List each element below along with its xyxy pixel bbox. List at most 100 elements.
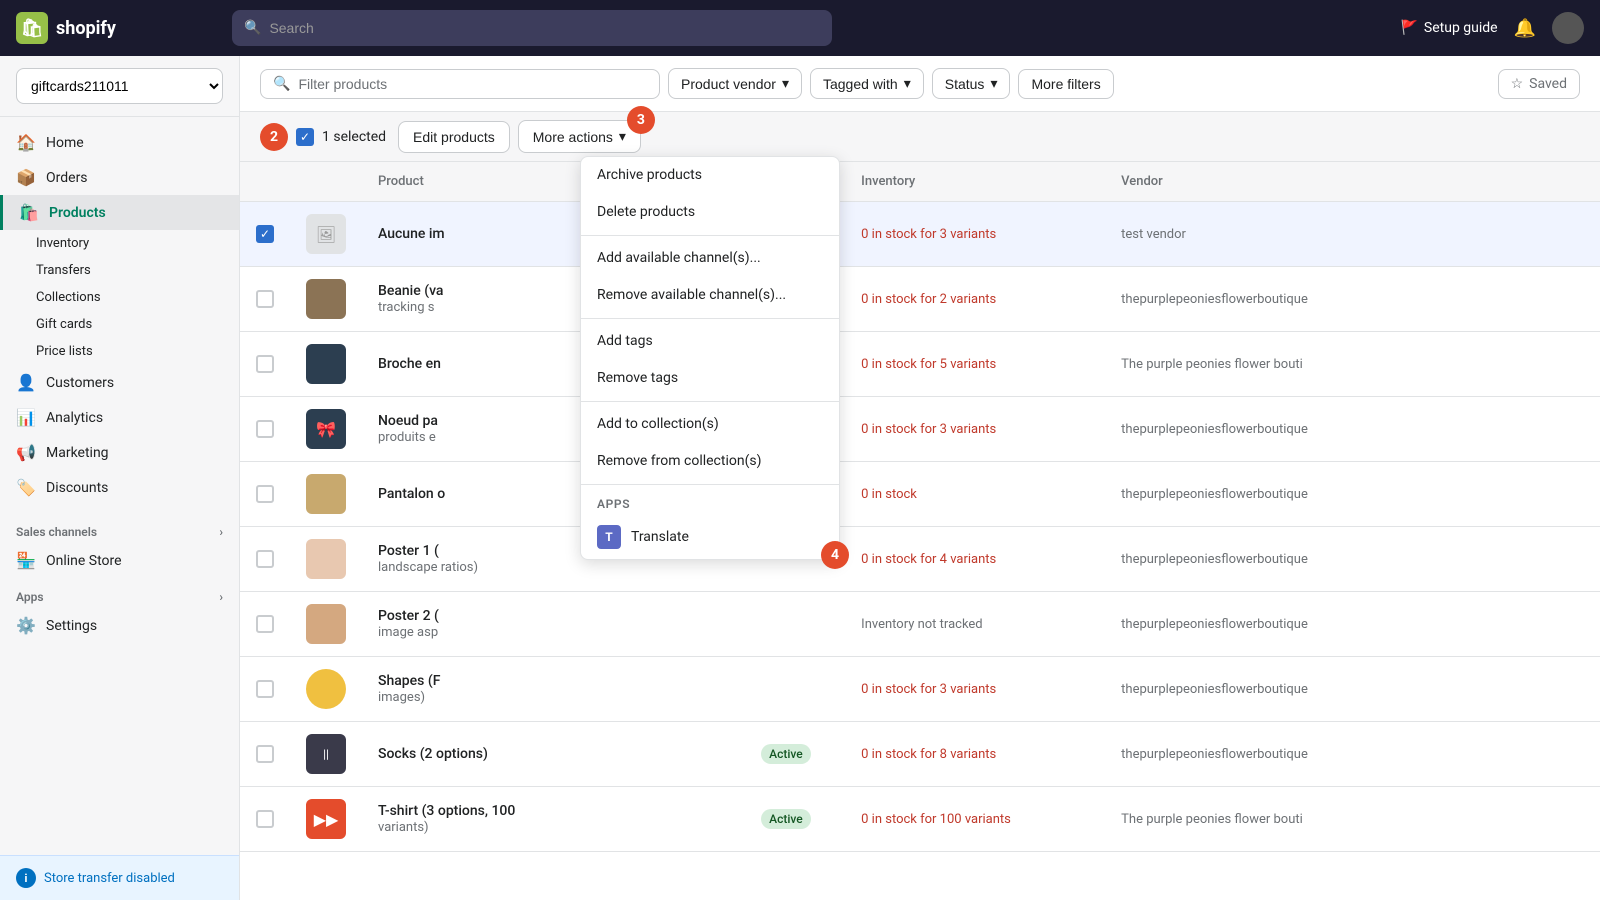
user-avatar[interactable] — [1552, 12, 1584, 44]
sidebar-item-collections[interactable]: Collections — [36, 284, 239, 311]
dropdown-add-channels[interactable]: Add available channel(s)... — [581, 240, 839, 277]
row-checkbox[interactable]: ✓ — [256, 225, 274, 243]
dropdown-delete[interactable]: Delete products — [581, 194, 839, 231]
inventory-status: 0 in stock for 4 variants — [861, 552, 996, 567]
sidebar-item-label: Analytics — [46, 410, 103, 426]
product-vendor-filter[interactable]: Product vendor ▾ — [668, 68, 802, 99]
dropdown-archive[interactable]: Archive products — [581, 157, 839, 194]
filter-input-container[interactable]: 🔍 — [260, 69, 660, 99]
dropdown-remove-tags[interactable]: Remove tags — [581, 360, 839, 397]
vendor-header: Vendor — [1105, 162, 1600, 202]
row-checkbox[interactable] — [256, 290, 274, 308]
table-row: Pantalon o0 in stockthepurplepeoniesflow… — [240, 462, 1600, 527]
product-thumbnail — [306, 604, 346, 644]
sidebar-item-pricelists[interactable]: Price lists — [36, 338, 239, 365]
checkbox-header — [240, 162, 290, 202]
sidebar-item-marketing[interactable]: 📢 Marketing — [0, 435, 239, 470]
table-row: 🎀Noeud paproduits e0 in stock for 3 vari… — [240, 397, 1600, 462]
sidebar-item-inventory[interactable]: Inventory — [36, 230, 239, 257]
sidebar-item-label: Discounts — [46, 480, 108, 496]
row-checkbox[interactable] — [256, 355, 274, 373]
store-dropdown[interactable]: giftcards211011 — [16, 68, 223, 104]
row-checkbox[interactable] — [256, 550, 274, 568]
sidebar-item-transfers[interactable]: Transfers — [36, 257, 239, 284]
info-icon: i — [16, 868, 36, 888]
setup-guide-button[interactable]: 🚩 Setup guide — [1400, 20, 1497, 36]
top-navigation: 🛍 shopify 🔍 🚩 Setup guide 🔔 — [0, 0, 1600, 56]
row-checkbox[interactable] — [256, 810, 274, 828]
apps-expand-icon[interactable]: › — [219, 590, 223, 604]
badge-2: 2 — [260, 123, 288, 151]
marketing-icon: 📢 — [16, 443, 36, 462]
tagged-with-filter[interactable]: Tagged with ▾ — [810, 68, 924, 99]
inventory-header: Inventory — [845, 162, 1105, 202]
vendor-name: thepurplepeoniesflowerboutique — [1121, 292, 1308, 307]
store-selector[interactable]: giftcards211011 — [0, 56, 239, 117]
analytics-icon: 📊 — [16, 408, 36, 427]
inventory-status: 0 in stock for 100 variants — [861, 812, 1011, 827]
row-checkbox[interactable] — [256, 485, 274, 503]
sidebar-item-customers[interactable]: 👤 Customers — [0, 365, 239, 400]
product-name[interactable]: Shapes (Fimages) — [378, 673, 729, 705]
main-content: 🔍 Product vendor ▾ Tagged with ▾ Status … — [240, 56, 1600, 900]
dropdown-remove-collection[interactable]: Remove from collection(s) — [581, 443, 839, 480]
product-thumbnail: || — [306, 734, 346, 774]
more-actions-container: More actions ▾ 3 — [518, 120, 641, 153]
sidebar-item-online-store[interactable]: 🏪 Online Store — [0, 543, 239, 578]
dropdown-add-collection[interactable]: Add to collection(s) — [581, 406, 839, 443]
vendor-chevron-icon: ▾ — [782, 75, 789, 92]
product-name[interactable]: Socks (2 options) — [378, 746, 729, 762]
table-row: ✓🖼Aucune im0 in stock for 3 variantstest… — [240, 202, 1600, 267]
inventory-status: 0 in stock for 2 variants — [861, 292, 996, 307]
status-badge: Active — [761, 809, 811, 829]
main-layout: giftcards211011 🏠 Home 📦 Orders 🛍️ Produ… — [0, 56, 1600, 900]
customers-icon: 👤 — [16, 373, 36, 392]
search-input[interactable] — [269, 20, 820, 36]
row-checkbox[interactable] — [256, 745, 274, 763]
status-filter[interactable]: Status ▾ — [932, 68, 1011, 99]
filter-products-input[interactable] — [298, 76, 647, 92]
product-thumbnail — [306, 539, 346, 579]
sidebar-item-products[interactable]: 🛍️ Products — [0, 195, 239, 230]
table-row: ▶▶T-shirt (3 options, 100variants)Active… — [240, 787, 1600, 852]
global-search[interactable]: 🔍 — [232, 10, 832, 46]
product-thumbnail: 🖼 — [306, 214, 346, 254]
dropdown-translate[interactable]: T Translate 4 — [581, 515, 839, 559]
store-transfer-label: Store transfer disabled — [44, 871, 175, 886]
edit-products-button[interactable]: Edit products — [398, 121, 510, 153]
product-name[interactable]: Poster 2 (image asp — [378, 608, 729, 640]
logo: 🛍 shopify — [16, 12, 216, 44]
sidebar-item-orders[interactable]: 📦 Orders — [0, 160, 239, 195]
product-thumbnail: 🎀 — [306, 409, 346, 449]
dropdown-remove-channels[interactable]: Remove available channel(s)... — [581, 277, 839, 314]
product-thumbnail — [306, 344, 346, 384]
sidebar-item-discounts[interactable]: 🏷️ Discounts — [0, 470, 239, 505]
products-sub-nav: Inventory Transfers Collections Gift car… — [0, 230, 239, 365]
row-checkbox[interactable] — [256, 420, 274, 438]
sidebar-item-giftcards[interactable]: Gift cards — [36, 311, 239, 338]
apps-label: Apps — [16, 590, 44, 604]
more-actions-button[interactable]: More actions ▾ — [518, 120, 641, 153]
flag-icon: 🚩 — [1400, 20, 1417, 36]
top-nav-right: 🚩 Setup guide 🔔 — [1400, 12, 1584, 44]
sidebar-item-analytics[interactable]: 📊 Analytics — [0, 400, 239, 435]
more-filters-button[interactable]: More filters — [1018, 69, 1113, 99]
sidebar-item-settings[interactable]: ⚙️ Settings — [0, 608, 239, 643]
setup-guide-label: Setup guide — [1424, 20, 1498, 36]
saved-button[interactable]: ☆ Saved — [1498, 69, 1580, 99]
row-checkbox[interactable] — [256, 615, 274, 633]
expand-icon[interactable]: › — [219, 525, 223, 539]
dropdown-divider-1 — [581, 235, 839, 236]
inventory-status: 0 in stock — [861, 487, 917, 502]
select-all-checkbox[interactable]: ✓ — [296, 128, 314, 146]
dropdown-divider-4 — [581, 484, 839, 485]
notifications-bell[interactable]: 🔔 — [1514, 18, 1536, 39]
vendor-name: thepurplepeoniesflowerboutique — [1121, 682, 1308, 697]
inventory-status: 0 in stock for 3 variants — [861, 682, 996, 697]
sidebar-item-home[interactable]: 🏠 Home — [0, 125, 239, 160]
row-checkbox[interactable] — [256, 680, 274, 698]
inventory-status: 0 in stock for 8 variants — [861, 747, 996, 762]
tagged-filter-label: Tagged with — [823, 76, 898, 92]
dropdown-add-tags[interactable]: Add tags — [581, 323, 839, 360]
product-name[interactable]: T-shirt (3 options, 100variants) — [378, 803, 729, 835]
